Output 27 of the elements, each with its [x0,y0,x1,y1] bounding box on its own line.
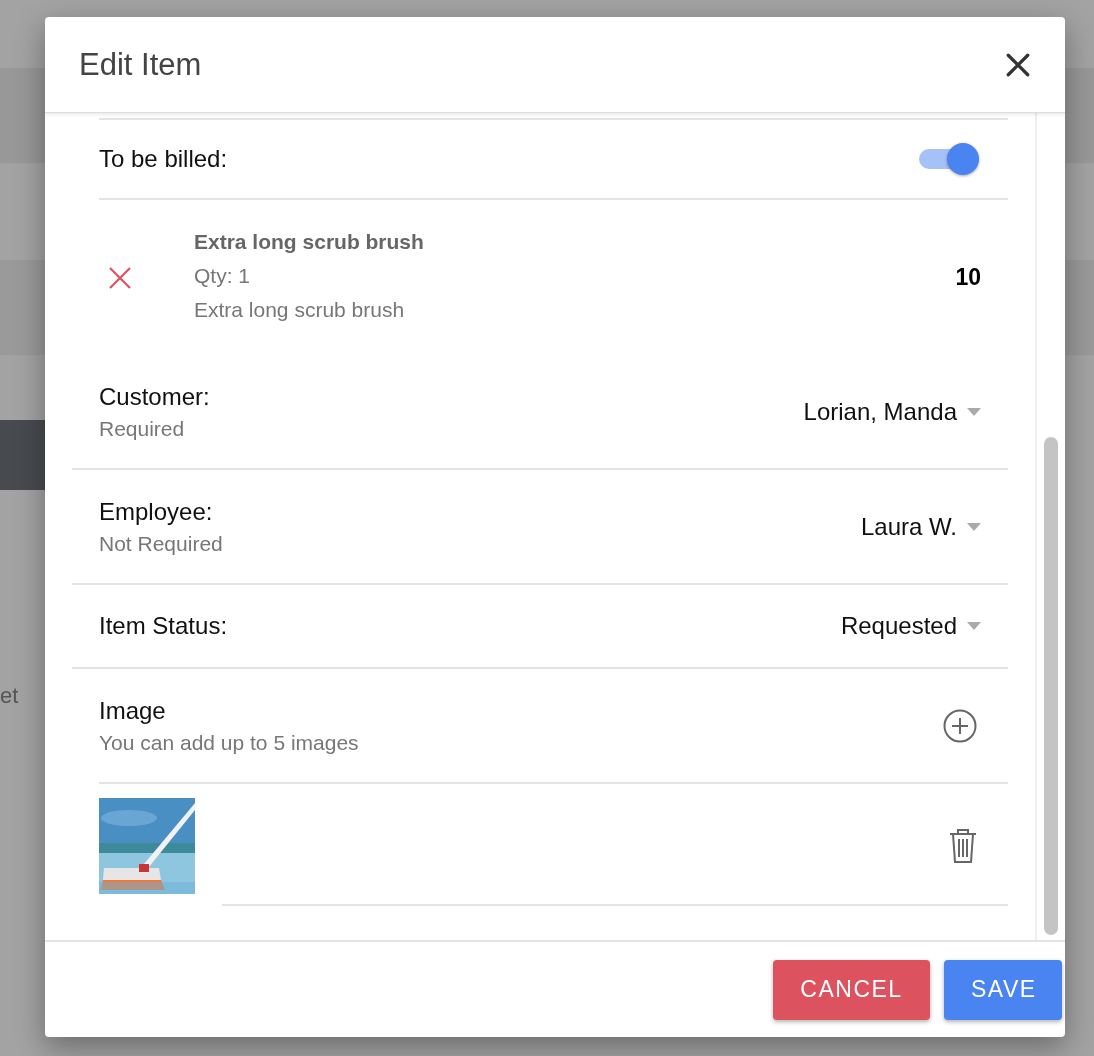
select-field[interactable]: Laura W. [860,508,981,545]
caret-icon [967,622,981,630]
billing-label: To be billed: [99,145,228,173]
select-field[interactable]: Requested [840,608,981,644]
item-name: Extra long scrub brush [194,229,425,254]
item-amount: 10 [955,264,981,291]
remove-icon[interactable] [108,265,132,290]
add-icon[interactable] [943,708,977,743]
field-label: Employee: [99,497,214,526]
select-field[interactable]: Lorian, Manda [803,393,981,430]
save-button[interactable]: SAVE [944,959,1062,1020]
close-icon[interactable] [1005,51,1031,78]
field-label: Item Status: [99,612,228,640]
field-label: Customer: [99,382,210,411]
item-description: Extra long scrub brush [194,297,406,322]
caret-icon [967,522,981,531]
image-hint: You can add up to 5 images [99,730,359,755]
cancel-button[interactable]: CANCEL [773,959,930,1020]
trash-icon[interactable] [948,828,978,864]
billing-toggle[interactable] [919,142,981,176]
backdrop-text: et [0,683,19,709]
item-quantity: Qty: 1 [194,263,252,288]
field-hint: Required [99,416,186,441]
caret-icon [967,407,981,416]
dialog-title: Edit Item [79,46,202,83]
field-hint: Not Required [99,531,223,556]
image-label: Image [99,696,167,725]
